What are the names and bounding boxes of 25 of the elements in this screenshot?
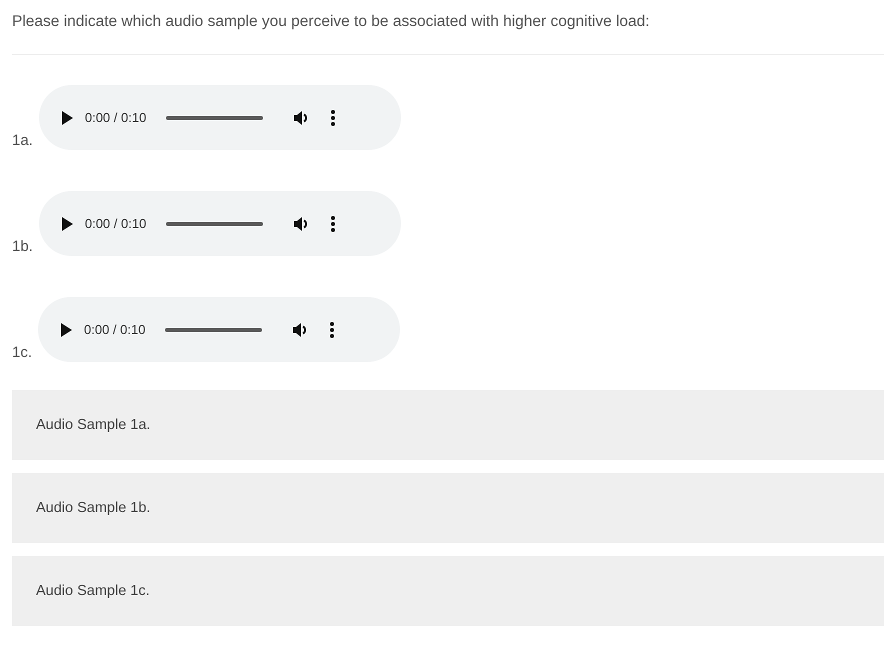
sample-label: 1a. bbox=[12, 132, 33, 150]
audio-player[interactable]: 0:00 / 0:10 bbox=[38, 297, 400, 362]
answer-option[interactable]: Audio Sample 1b. bbox=[12, 473, 884, 543]
volume-icon[interactable] bbox=[293, 216, 310, 232]
sample-label: 1b. bbox=[12, 238, 33, 256]
time-display: 0:00 / 0:10 bbox=[84, 110, 146, 125]
answer-option[interactable]: Audio Sample 1a. bbox=[12, 390, 884, 460]
time-display: 0:00 / 0:10 bbox=[84, 322, 146, 337]
play-icon[interactable] bbox=[60, 216, 73, 230]
audio-player[interactable]: 0:00 / 0:10 bbox=[38, 85, 401, 150]
question-text: Please indicate which audio sample you perceive to be associated with higher cognitive load: bbox=[12, 12, 651, 32]
more-icon[interactable] bbox=[330, 322, 334, 338]
seek-bar[interactable] bbox=[166, 116, 264, 120]
sample-label: 1c. bbox=[12, 344, 32, 362]
seek-bar[interactable] bbox=[165, 328, 262, 332]
audio-player[interactable]: 0:00 / 0:10 bbox=[38, 191, 401, 256]
volume-icon[interactable] bbox=[293, 110, 310, 126]
time-display: 0:00 / 0:10 bbox=[84, 216, 146, 231]
answer-option[interactable]: Audio Sample 1c. bbox=[12, 556, 884, 626]
volume-icon[interactable] bbox=[292, 322, 308, 338]
play-icon[interactable] bbox=[60, 110, 73, 124]
seek-bar[interactable] bbox=[166, 222, 264, 226]
more-icon[interactable] bbox=[331, 110, 336, 126]
more-icon[interactable] bbox=[331, 216, 336, 232]
play-icon[interactable] bbox=[60, 322, 72, 336]
